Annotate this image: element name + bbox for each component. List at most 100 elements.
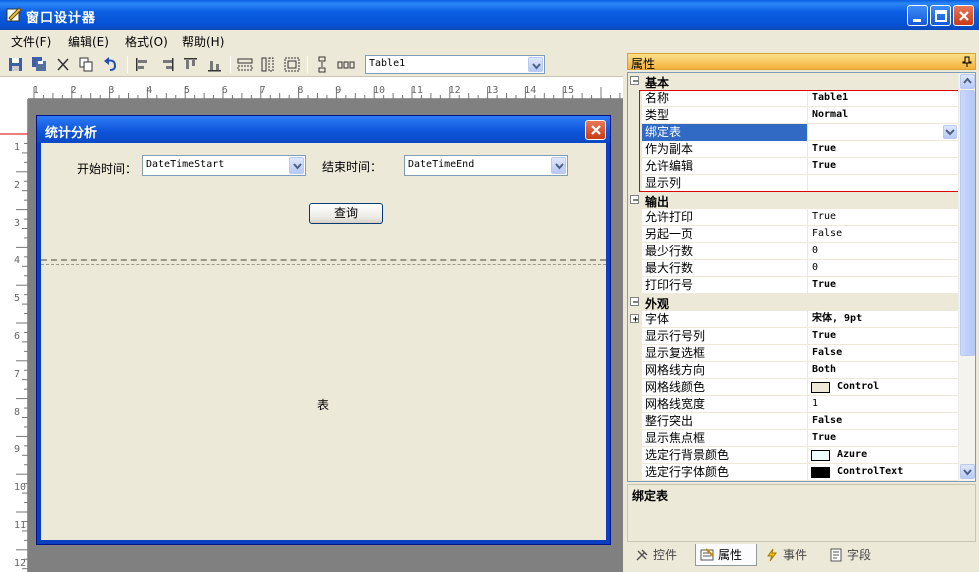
dialog-close-button[interactable] [585,120,606,140]
property-value[interactable]: True [809,277,959,294]
property-value[interactable]: 0 [809,260,959,277]
control-selector[interactable]: Table1 [365,55,545,74]
copy-icon[interactable] [76,55,96,74]
dropdown-button[interactable] [528,57,543,72]
property-value[interactable]: True [809,328,959,345]
dropdown-button[interactable] [289,157,304,174]
property-value[interactable]: Azure [809,447,959,464]
menu-format[interactable]: 格式(O) [125,33,168,50]
property-category[interactable]: 输出 [628,192,959,209]
property-value[interactable]: False [809,226,959,243]
dialog-window[interactable]: 统计分析 开始时间： DateTimeStart 结束时间： DateTimeE… [36,115,611,545]
tab-events[interactable]: 事件 [761,544,821,566]
undo-icon[interactable] [101,55,121,74]
horizontal-spacing-icon[interactable] [336,55,356,74]
property-value[interactable]: 0 [809,243,959,260]
collapse-icon[interactable] [630,195,639,204]
fields-icon [830,548,842,562]
property-row[interactable]: 显示复选框 False [628,345,959,362]
same-size-icon[interactable] [282,55,302,74]
dialog-title-bar[interactable]: 统计分析 [37,116,610,143]
app-icon [6,7,22,22]
property-value[interactable]: Control [809,379,959,396]
property-row[interactable]: 显示焦点框 True [628,430,959,447]
property-row[interactable]: 打印行号 True [628,277,959,294]
property-value-text: 1 [812,398,819,409]
property-row[interactable]: 网格线方向 Both [628,362,959,379]
scroll-thumb[interactable] [960,90,975,356]
property-value-text: True [812,330,837,341]
scroll-down-button[interactable] [960,464,975,479]
table-control[interactable]: 表 [41,264,606,540]
expand-icon[interactable] [630,314,639,323]
design-surface[interactable]: 1 2 3 4 5 6 7 8 9 10 11 12 13 14 15 1 2 3 4 5 6 7 8 9 10 11 12 统计… [0,77,623,572]
vertical-spacing-icon[interactable] [312,55,332,74]
property-value[interactable]: True [809,430,959,447]
property-category[interactable]: 外观 [628,294,959,311]
property-value[interactable]: Both [809,362,959,379]
align-bottom-icon[interactable] [205,55,225,74]
title-bar: 窗口设计器 [0,0,979,30]
query-panel[interactable]: 开始时间： DateTimeStart 结束时间： DateTimeEnd 查询 [41,143,606,261]
close-button[interactable] [953,5,974,26]
minimize-button[interactable] [907,5,928,26]
tab-fields[interactable]: 字段 [825,544,885,566]
align-left-icon[interactable] [133,55,153,74]
property-row[interactable]: 选定行字体颜色 ControlText [628,464,959,481]
collapse-icon[interactable] [630,297,639,306]
cut-icon[interactable] [53,55,73,74]
property-row[interactable]: 网格线宽度 1 [628,396,959,413]
chevron-down-icon [963,469,972,476]
property-category[interactable]: 基本 [628,73,959,90]
maximize-button[interactable] [930,5,951,26]
property-grid-scrollbar[interactable] [958,73,975,481]
property-value[interactable]: False [809,345,959,362]
save-all-icon[interactable] [29,55,49,74]
scroll-up-button[interactable] [960,74,975,89]
query-button[interactable]: 查询 [309,203,383,224]
property-row[interactable]: 最大行数 0 [628,260,959,277]
property-row[interactable]: 最少行数 0 [628,243,959,260]
property-value[interactable]: True [809,209,959,226]
property-value[interactable]: 1 [809,396,959,413]
ruler-number: 12 [448,85,461,96]
property-name: 最少行数 [642,243,808,260]
property-row[interactable]: 字体 宋体, 9pt [628,311,959,328]
tab-properties[interactable]: 属性 [695,544,757,566]
menu-help[interactable]: 帮助(H) [182,33,224,50]
property-row[interactable]: 选定行背景颜色 Azure [628,447,959,464]
property-grid[interactable]: 基本 名称 Table1 类型 Normal 绑定表 作为副本 True 允许编辑 True 显示列… [627,72,976,482]
menu-file[interactable]: 文件(F) [11,33,51,50]
tab-controls[interactable]: 控件 [631,544,693,566]
property-value[interactable]: ControlText [809,464,959,481]
same-height-icon[interactable] [258,55,278,74]
property-row[interactable]: 另起一页 False [628,226,959,243]
category-name: 输出 [645,195,670,209]
collapse-icon[interactable] [630,76,639,85]
end-time-picker[interactable]: DateTimeEnd [404,155,568,176]
property-row[interactable]: 网格线颜色 Control [628,379,959,396]
property-row[interactable]: 显示行号列 True [628,328,959,345]
property-value-text: True [812,432,837,443]
property-value-text: False [812,415,843,426]
align-top-icon[interactable] [181,55,201,74]
property-value-text: Both [812,364,837,375]
property-name: 网格线宽度 [642,396,808,413]
align-right-icon[interactable] [157,55,177,74]
property-value[interactable]: False [809,413,959,430]
same-width-icon[interactable] [235,55,255,74]
pin-icon[interactable] [962,56,972,68]
property-row[interactable]: 整行突出 False [628,413,959,430]
row-gutter [628,447,642,464]
toolbar-separator [230,56,231,73]
save-icon[interactable] [6,55,26,74]
property-value[interactable]: 宋体, 9pt [809,311,959,328]
dropdown-button[interactable] [551,157,566,174]
menu-edit[interactable]: 编辑(E) [68,33,109,50]
ruler-number: 6 [221,85,228,96]
property-row[interactable]: 允许打印 True [628,209,959,226]
start-time-picker[interactable]: DateTimeStart [142,155,306,176]
ruler-number: 7 [14,368,21,380]
row-gutter [628,277,642,294]
properties-header-title: 属性 [631,57,656,71]
